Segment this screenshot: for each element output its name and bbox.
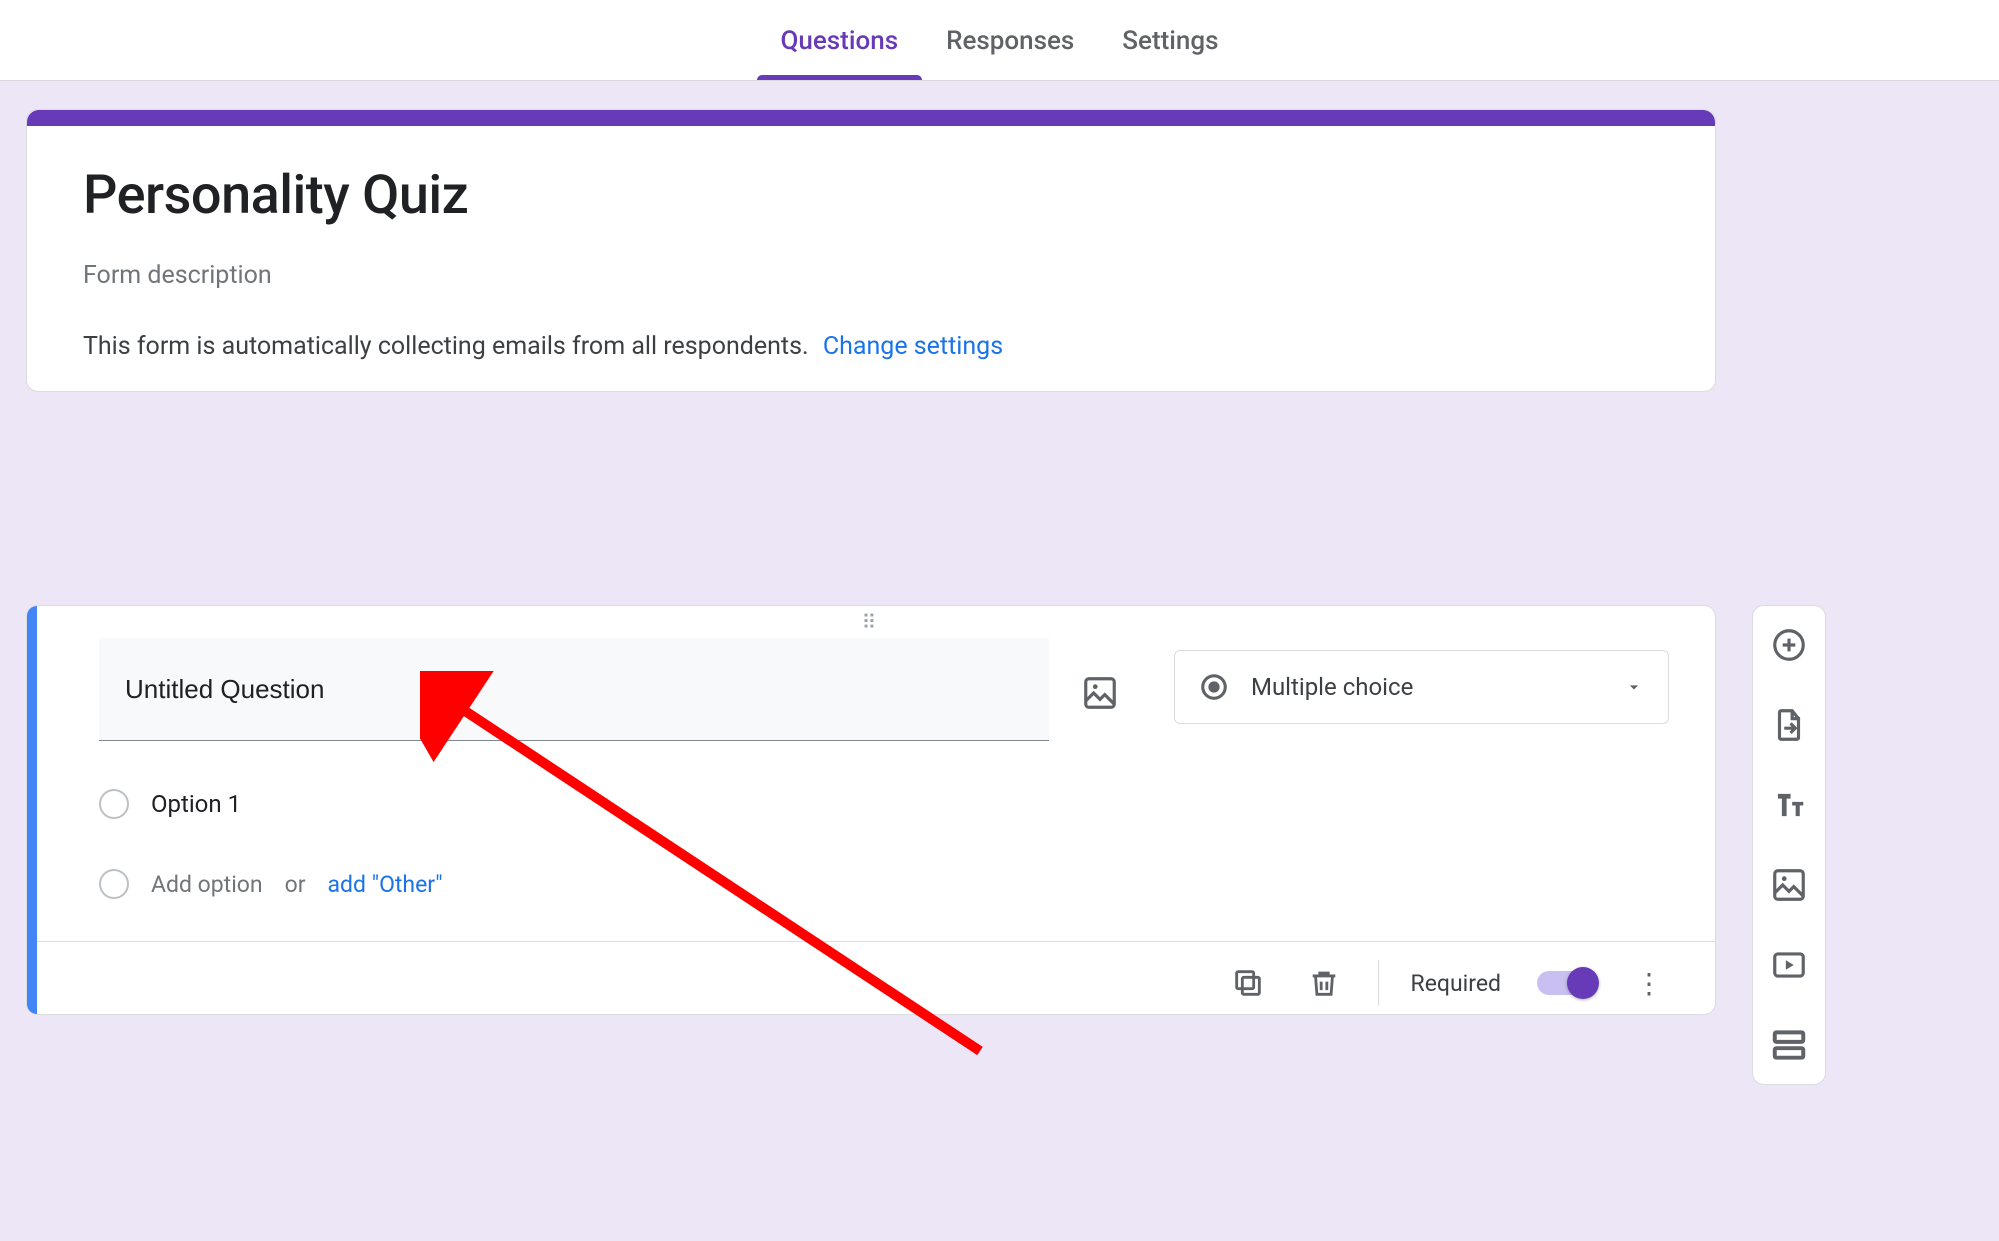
tab-responses[interactable]: Responses	[922, 26, 1098, 80]
email-collection-text: This form is automatically collecting em…	[83, 332, 809, 361]
change-settings-link[interactable]: Change settings	[823, 332, 1003, 361]
radio-checked-icon	[1199, 672, 1229, 702]
add-title-button[interactable]	[1770, 786, 1808, 824]
tab-questions[interactable]: Questions	[757, 26, 923, 80]
option-label[interactable]: Option 1	[151, 790, 241, 818]
footer-divider	[1378, 960, 1379, 1006]
tabbar: Questions Responses Settings	[0, 0, 1999, 81]
question-active-indicator	[27, 606, 37, 1014]
import-questions-button[interactable]	[1770, 706, 1808, 744]
add-image-button[interactable]	[1770, 866, 1808, 904]
required-label: Required	[1411, 970, 1501, 997]
radio-icon	[99, 789, 129, 819]
add-section-button[interactable]	[1770, 1026, 1808, 1064]
or-text: or	[285, 871, 306, 898]
tab-settings[interactable]: Settings	[1098, 26, 1242, 80]
header-accent-bar	[27, 110, 1715, 126]
add-question-button[interactable]	[1770, 626, 1808, 664]
question-type-dropdown[interactable]: Multiple choice	[1174, 650, 1669, 724]
add-video-button[interactable]	[1770, 946, 1808, 984]
add-image-icon[interactable]	[1081, 674, 1119, 712]
duplicate-button[interactable]	[1226, 961, 1270, 1005]
question-card: ⠿ Multiple choice	[26, 605, 1716, 1015]
floating-toolbox	[1752, 605, 1826, 1085]
delete-button[interactable]	[1302, 961, 1346, 1005]
drag-handle-icon[interactable]: ⠿	[27, 606, 1715, 638]
form-description-input[interactable]: Form description	[27, 227, 1715, 290]
form-header-card: Personality Quiz Form description This f…	[26, 109, 1716, 392]
radio-icon	[99, 869, 129, 899]
form-title-input[interactable]: Personality Quiz	[27, 126, 1715, 227]
question-title-input[interactable]	[99, 638, 1049, 741]
more-options-button[interactable]: ⋮	[1629, 967, 1669, 1000]
add-other-link[interactable]: add "Other"	[328, 871, 443, 898]
chevron-down-icon	[1624, 677, 1644, 697]
option-row[interactable]: Option 1	[99, 789, 1643, 819]
question-type-label: Multiple choice	[1251, 673, 1413, 701]
required-toggle[interactable]	[1537, 971, 1597, 995]
email-collection-notice: This form is automatically collecting em…	[27, 290, 1715, 361]
add-option-button[interactable]: Add option	[151, 871, 263, 898]
